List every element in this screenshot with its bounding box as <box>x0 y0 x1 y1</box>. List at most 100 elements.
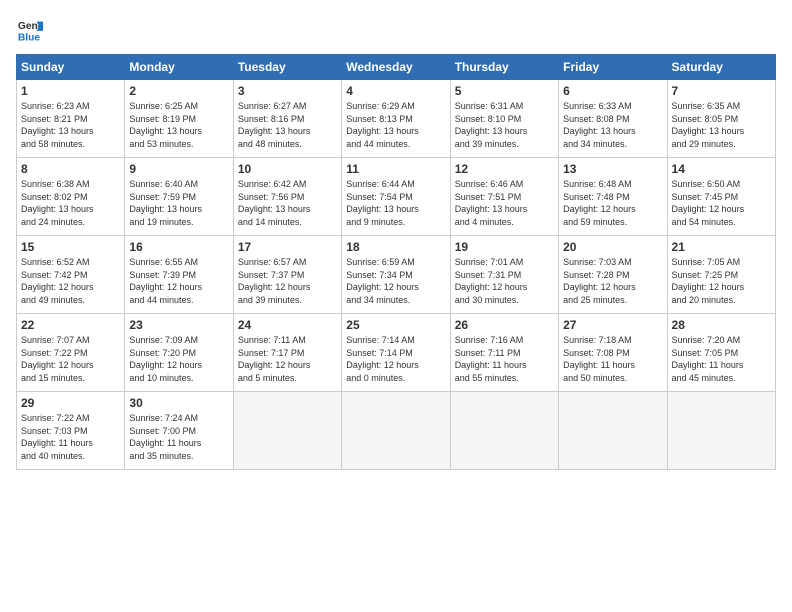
day-cell: 8Sunrise: 6:38 AM Sunset: 8:02 PM Daylig… <box>17 158 125 236</box>
day-cell <box>233 392 341 470</box>
day-number: 1 <box>21 84 120 98</box>
day-number: 29 <box>21 396 120 410</box>
week-row-4: 22 Sunrise: 7:07 AM Sunset: 7:22 PM Dayli… <box>17 314 776 392</box>
day-info: Sunrise: 6:33 AM Sunset: 8:08 PM Dayligh… <box>563 100 662 150</box>
day-number: 12 <box>455 162 554 176</box>
day-cell: 12 Sunrise: 6:46 AM Sunset: 7:51 PM Dayli… <box>450 158 558 236</box>
col-header-sunday: Sunday <box>17 55 125 80</box>
day-cell: 14 Sunrise: 6:50 AM Sunset: 7:45 PM Dayli… <box>667 158 775 236</box>
day-cell: 5 Sunrise: 6:31 AM Sunset: 8:10 PM Daylig… <box>450 80 558 158</box>
day-info: Sunrise: 7:16 AM Sunset: 7:11 PM Dayligh… <box>455 334 554 384</box>
day-cell: 29Sunrise: 7:22 AM Sunset: 7:03 PM Dayli… <box>17 392 125 470</box>
day-info: Sunrise: 6:48 AM Sunset: 7:48 PM Dayligh… <box>563 178 662 228</box>
day-cell: 20 Sunrise: 7:03 AM Sunset: 7:28 PM Dayli… <box>559 236 667 314</box>
day-cell: 10Sunrise: 6:42 AM Sunset: 7:56 PM Dayli… <box>233 158 341 236</box>
day-info: Sunrise: 6:52 AM Sunset: 7:42 PM Dayligh… <box>21 256 120 306</box>
svg-text:Blue: Blue <box>18 32 41 43</box>
day-number: 28 <box>672 318 771 332</box>
day-info: Sunrise: 7:11 AM Sunset: 7:17 PM Dayligh… <box>238 334 337 384</box>
day-info: Sunrise: 7:01 AM Sunset: 7:31 PM Dayligh… <box>455 256 554 306</box>
day-number: 18 <box>346 240 445 254</box>
col-header-monday: Monday <box>125 55 233 80</box>
col-header-tuesday: Tuesday <box>233 55 341 80</box>
day-cell: 30 Sunrise: 7:24 AM Sunset: 7:00 PM Dayli… <box>125 392 233 470</box>
day-cell: 21 Sunrise: 7:05 AM Sunset: 7:25 PM Dayli… <box>667 236 775 314</box>
day-info: Sunrise: 7:05 AM Sunset: 7:25 PM Dayligh… <box>672 256 771 306</box>
day-number: 13 <box>563 162 662 176</box>
day-info: Sunrise: 6:23 AM Sunset: 8:21 PM Dayligh… <box>21 100 120 150</box>
col-header-saturday: Saturday <box>667 55 775 80</box>
day-cell: 19 Sunrise: 7:01 AM Sunset: 7:31 PM Dayli… <box>450 236 558 314</box>
day-info: Sunrise: 6:59 AM Sunset: 7:34 PM Dayligh… <box>346 256 445 306</box>
day-number: 30 <box>129 396 228 410</box>
week-row-2: 8Sunrise: 6:38 AM Sunset: 8:02 PM Daylig… <box>17 158 776 236</box>
calendar-table: SundayMondayTuesdayWednesdayThursdayFrid… <box>16 54 776 470</box>
day-cell: 25Sunrise: 7:14 AM Sunset: 7:14 PM Dayli… <box>342 314 450 392</box>
day-cell <box>342 392 450 470</box>
day-cell <box>559 392 667 470</box>
day-cell: 23Sunrise: 7:09 AM Sunset: 7:20 PM Dayli… <box>125 314 233 392</box>
day-info: Sunrise: 7:09 AM Sunset: 7:20 PM Dayligh… <box>129 334 228 384</box>
day-cell: 9 Sunrise: 6:40 AM Sunset: 7:59 PM Daylig… <box>125 158 233 236</box>
day-info: Sunrise: 7:18 AM Sunset: 7:08 PM Dayligh… <box>563 334 662 384</box>
day-number: 6 <box>563 84 662 98</box>
day-cell: 22 Sunrise: 7:07 AM Sunset: 7:22 PM Dayli… <box>17 314 125 392</box>
week-row-3: 15 Sunrise: 6:52 AM Sunset: 7:42 PM Dayli… <box>17 236 776 314</box>
day-number: 27 <box>563 318 662 332</box>
day-number: 26 <box>455 318 554 332</box>
day-info: Sunrise: 6:57 AM Sunset: 7:37 PM Dayligh… <box>238 256 337 306</box>
day-info: Sunrise: 6:29 AM Sunset: 8:13 PM Dayligh… <box>346 100 445 150</box>
day-number: 15 <box>21 240 120 254</box>
day-info: Sunrise: 6:31 AM Sunset: 8:10 PM Dayligh… <box>455 100 554 150</box>
day-info: Sunrise: 6:50 AM Sunset: 7:45 PM Dayligh… <box>672 178 771 228</box>
day-number: 17 <box>238 240 337 254</box>
day-info: Sunrise: 6:55 AM Sunset: 7:39 PM Dayligh… <box>129 256 228 306</box>
day-info: Sunrise: 7:03 AM Sunset: 7:28 PM Dayligh… <box>563 256 662 306</box>
day-cell: 4 Sunrise: 6:29 AM Sunset: 8:13 PM Daylig… <box>342 80 450 158</box>
day-info: Sunrise: 6:27 AM Sunset: 8:16 PM Dayligh… <box>238 100 337 150</box>
logo: General Blue <box>16 16 48 44</box>
day-cell: 2 Sunrise: 6:25 AM Sunset: 8:19 PM Daylig… <box>125 80 233 158</box>
page-container: General Blue SundayMondayTuesdayWednesda… <box>0 0 792 480</box>
day-info: Sunrise: 7:14 AM Sunset: 7:14 PM Dayligh… <box>346 334 445 384</box>
day-cell <box>450 392 558 470</box>
week-row-5: 29Sunrise: 7:22 AM Sunset: 7:03 PM Dayli… <box>17 392 776 470</box>
day-info: Sunrise: 6:35 AM Sunset: 8:05 PM Dayligh… <box>672 100 771 150</box>
day-cell: 3Sunrise: 6:27 AM Sunset: 8:16 PM Daylig… <box>233 80 341 158</box>
day-cell: 11 Sunrise: 6:44 AM Sunset: 7:54 PM Dayli… <box>342 158 450 236</box>
day-number: 16 <box>129 240 228 254</box>
day-info: Sunrise: 6:46 AM Sunset: 7:51 PM Dayligh… <box>455 178 554 228</box>
day-info: Sunrise: 6:25 AM Sunset: 8:19 PM Dayligh… <box>129 100 228 150</box>
day-number: 4 <box>346 84 445 98</box>
day-number: 19 <box>455 240 554 254</box>
header-row: SundayMondayTuesdayWednesdayThursdayFrid… <box>17 55 776 80</box>
day-cell: 27 Sunrise: 7:18 AM Sunset: 7:08 PM Dayli… <box>559 314 667 392</box>
col-header-thursday: Thursday <box>450 55 558 80</box>
day-number: 14 <box>672 162 771 176</box>
day-number: 24 <box>238 318 337 332</box>
day-cell: 15 Sunrise: 6:52 AM Sunset: 7:42 PM Dayli… <box>17 236 125 314</box>
day-cell: 13 Sunrise: 6:48 AM Sunset: 7:48 PM Dayli… <box>559 158 667 236</box>
day-cell: 16 Sunrise: 6:55 AM Sunset: 7:39 PM Dayli… <box>125 236 233 314</box>
day-number: 5 <box>455 84 554 98</box>
day-cell: 7Sunrise: 6:35 AM Sunset: 8:05 PM Daylig… <box>667 80 775 158</box>
day-info: Sunrise: 7:24 AM Sunset: 7:00 PM Dayligh… <box>129 412 228 462</box>
day-cell <box>667 392 775 470</box>
day-info: Sunrise: 7:20 AM Sunset: 7:05 PM Dayligh… <box>672 334 771 384</box>
week-row-1: 1 Sunrise: 6:23 AM Sunset: 8:21 PM Daylig… <box>17 80 776 158</box>
day-info: Sunrise: 6:38 AM Sunset: 8:02 PM Dayligh… <box>21 178 120 228</box>
day-number: 22 <box>21 318 120 332</box>
day-info: Sunrise: 6:44 AM Sunset: 7:54 PM Dayligh… <box>346 178 445 228</box>
day-number: 21 <box>672 240 771 254</box>
day-cell: 6 Sunrise: 6:33 AM Sunset: 8:08 PM Daylig… <box>559 80 667 158</box>
header: General Blue <box>16 16 776 44</box>
day-number: 9 <box>129 162 228 176</box>
day-info: Sunrise: 6:40 AM Sunset: 7:59 PM Dayligh… <box>129 178 228 228</box>
day-cell: 18 Sunrise: 6:59 AM Sunset: 7:34 PM Dayli… <box>342 236 450 314</box>
day-info: Sunrise: 7:07 AM Sunset: 7:22 PM Dayligh… <box>21 334 120 384</box>
day-number: 20 <box>563 240 662 254</box>
day-number: 2 <box>129 84 228 98</box>
day-number: 11 <box>346 162 445 176</box>
logo-icon: General Blue <box>16 16 44 44</box>
day-cell: 26 Sunrise: 7:16 AM Sunset: 7:11 PM Dayli… <box>450 314 558 392</box>
